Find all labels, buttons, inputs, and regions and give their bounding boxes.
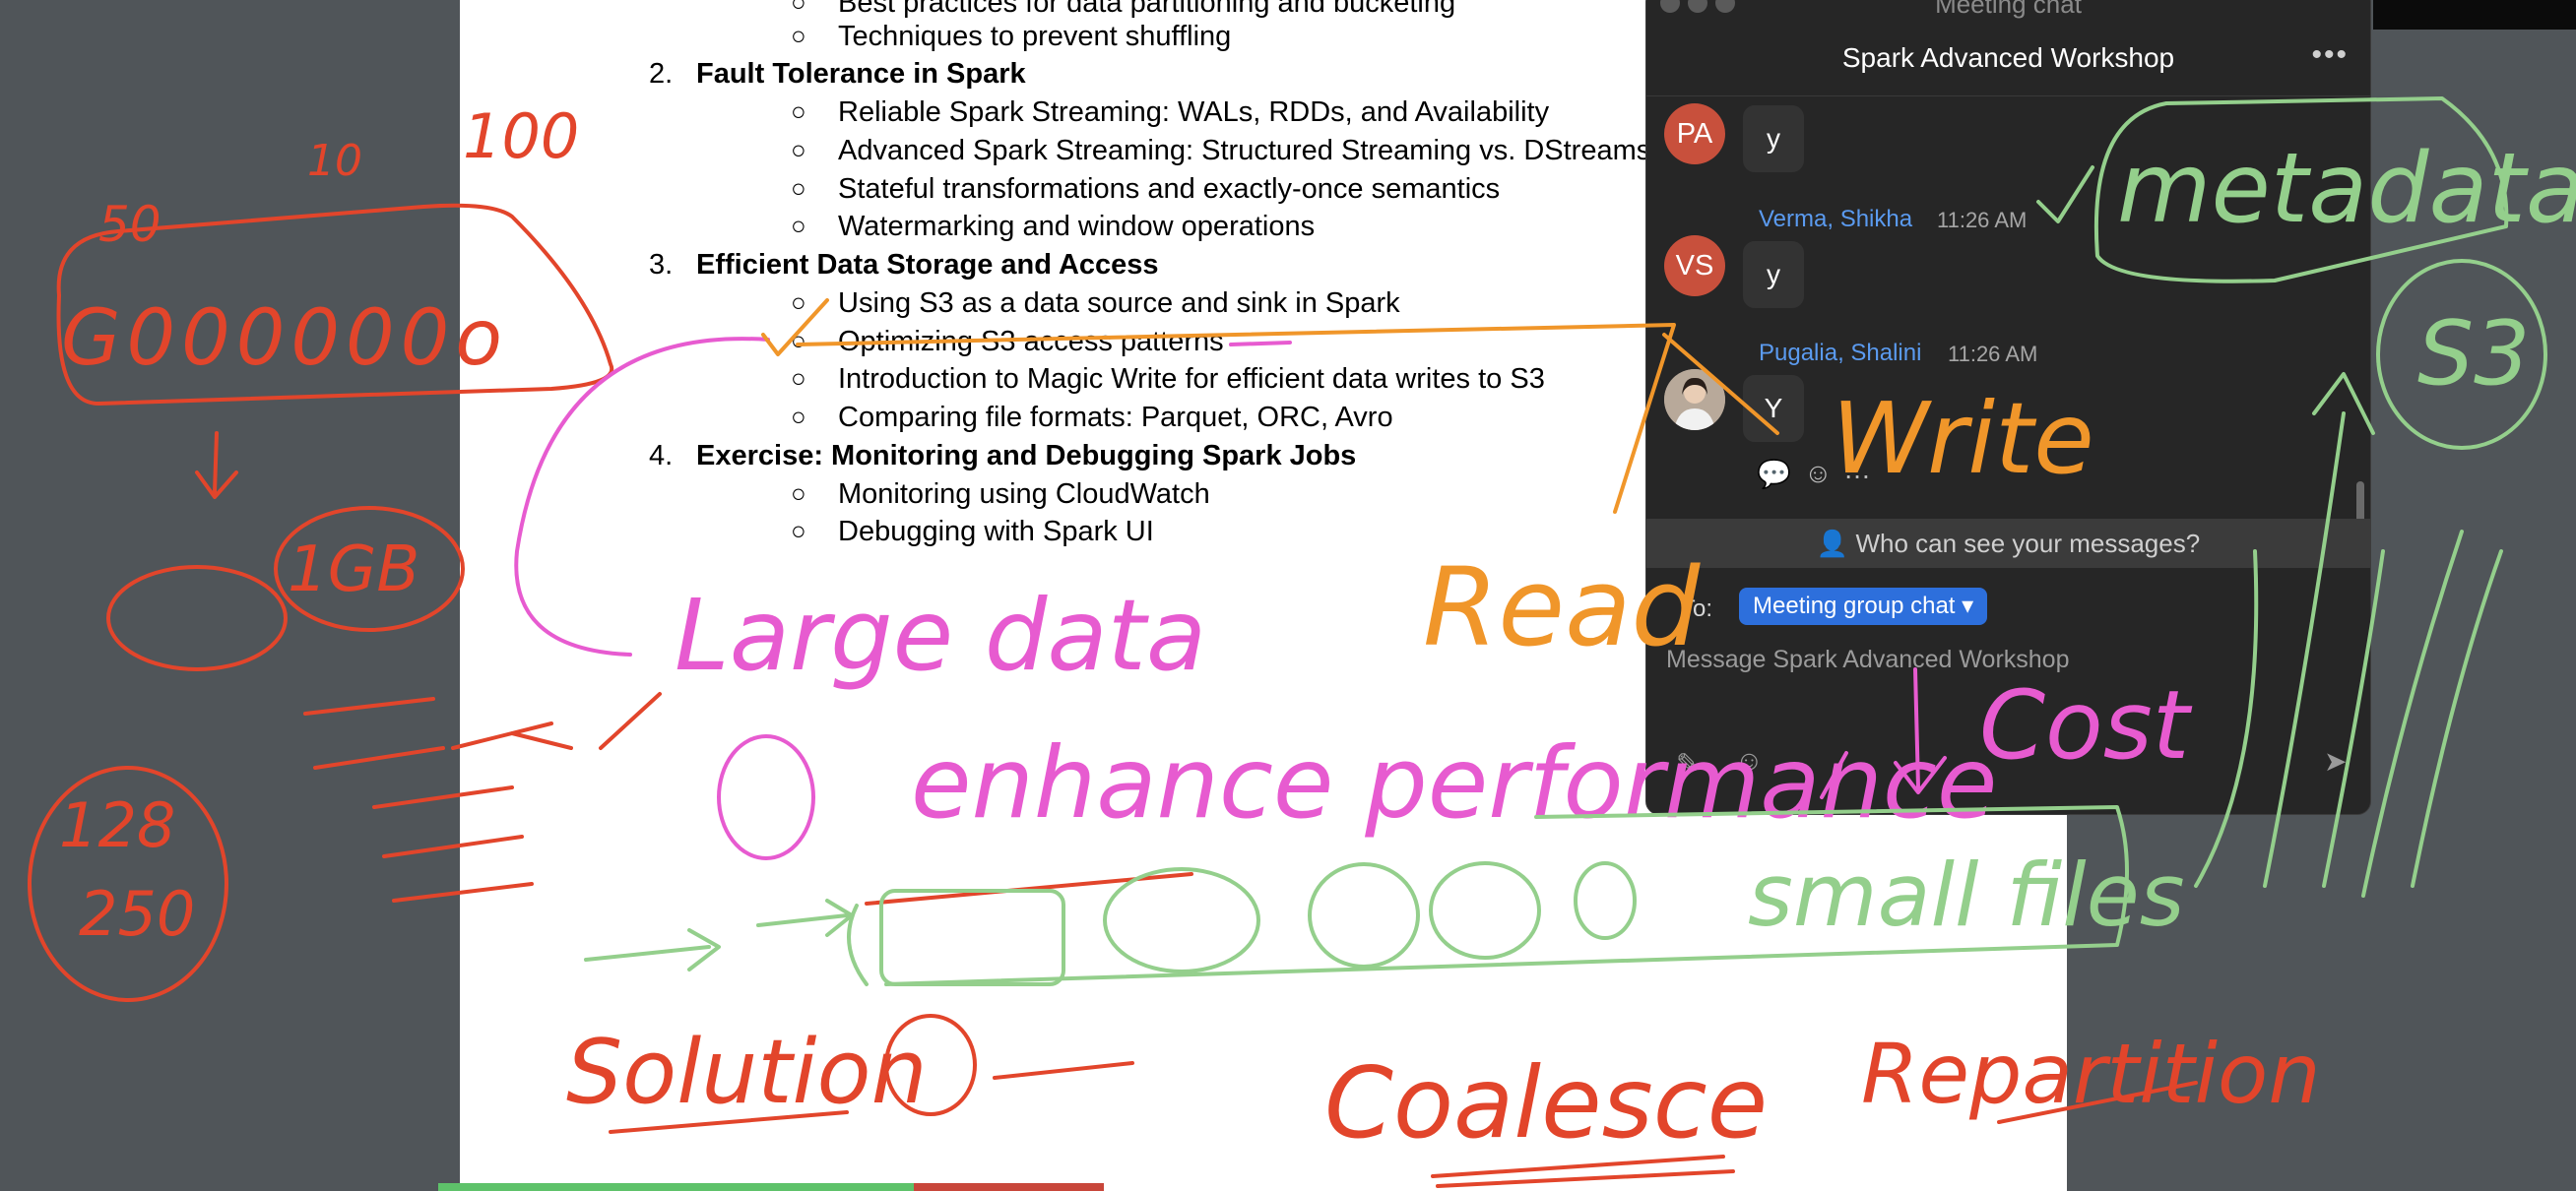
- left-arrows: [584, 899, 854, 972]
- label-large-data: Large data: [675, 578, 1206, 693]
- label-50: 50: [98, 196, 161, 253]
- orange-annotation-text: Read Write: [1423, 381, 2094, 670]
- orange-link-stroke: [796, 323, 1779, 514]
- file-box: [879, 889, 1065, 986]
- annotation-layer: 100 10 50 G000000o 1GB 128 250 Solution …: [28, 96, 2576, 1188]
- label-128: 128: [59, 789, 175, 861]
- label-solution: Solution: [566, 1021, 928, 1124]
- label-1gb: 1GB: [288, 533, 419, 606]
- label-coalesce: Coalesce: [1324, 1045, 1768, 1160]
- label-s3: S3: [2417, 302, 2530, 406]
- file-circle-2: [1308, 862, 1420, 969]
- label-cost: Cost: [1979, 670, 2193, 781]
- file-circle-4: [1574, 861, 1637, 940]
- label-100: 100: [463, 100, 579, 172]
- check-metadata: [2036, 165, 2094, 223]
- coalesce-underline: [1431, 1155, 1735, 1188]
- long-arrows: [2194, 372, 2503, 898]
- label-metadata: metadata: [2117, 133, 2576, 245]
- dash-stroke: [993, 1061, 1134, 1080]
- hatch-lines: [303, 692, 662, 903]
- label-write: Write: [1832, 381, 2094, 496]
- label-250: 250: [79, 878, 195, 950]
- circle-3: [106, 565, 288, 671]
- circle-1: [717, 734, 815, 860]
- pink-link-stroke: [1229, 341, 1292, 346]
- label-read: Read: [1423, 544, 1702, 670]
- label-zeros: G000000o: [61, 294, 508, 383]
- file-circle-3: [1429, 861, 1541, 960]
- file-circle-1: [1103, 867, 1260, 973]
- label-10: 10: [307, 136, 362, 186]
- label-enhance: enhance performance: [911, 725, 1997, 841]
- orange-check-stroke: [761, 298, 829, 356]
- label-small-files: small files: [1748, 845, 2185, 946]
- label-repartition: Repartition: [1861, 1026, 2321, 1122]
- down-arrow-stroke: [195, 431, 238, 499]
- orange-annotations: [761, 298, 1779, 514]
